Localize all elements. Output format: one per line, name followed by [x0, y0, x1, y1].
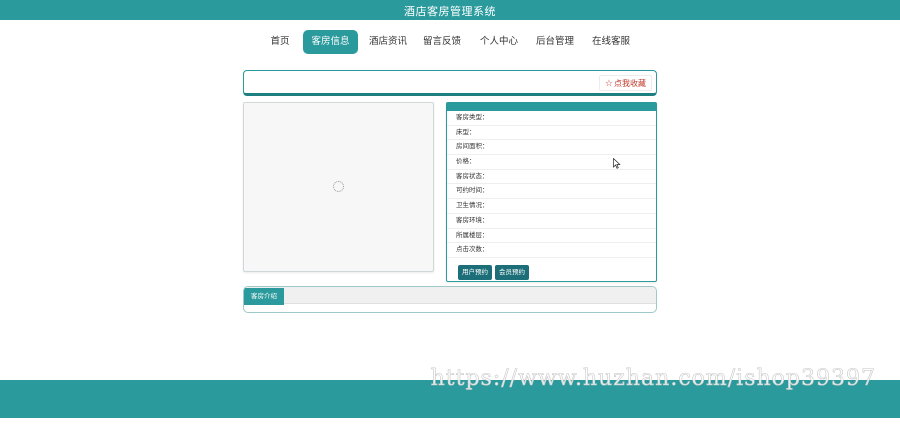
- room-intro-panel: 客房介绍: [243, 286, 657, 313]
- detail-hygiene: 卫生情况：: [447, 199, 656, 214]
- detail-price: 价格：: [447, 155, 656, 170]
- nav-room-info[interactable]: 客房信息: [303, 30, 358, 54]
- detail-available-time: 可约时间：: [447, 184, 656, 200]
- room-details-panel: 客房类型： 床型： 房间面积： 价格： 客房状态： 可约时间： 卫生情况： 客房…: [446, 102, 657, 282]
- member-booking-button[interactable]: 会员预约: [495, 265, 529, 280]
- user-booking-button[interactable]: 用户预约: [458, 265, 492, 280]
- nav-admin[interactable]: 后台管理: [533, 30, 577, 54]
- loading-spinner-icon: [333, 181, 344, 192]
- nav-home[interactable]: 首页: [265, 30, 295, 54]
- detail-room-area: 房间面积：: [447, 140, 656, 156]
- nav-feedback[interactable]: 留言反馈: [420, 30, 464, 54]
- details-header: [447, 103, 656, 111]
- detail-room-type: 客房类型：: [447, 111, 656, 126]
- main-nav: 首页 客房信息 酒店资讯 留言反馈 个人中心 后台管理 在线客服: [0, 30, 900, 54]
- detail-floor: 所属楼层：: [447, 229, 656, 244]
- nav-online-service[interactable]: 在线客服: [589, 30, 633, 54]
- nav-hotel-news[interactable]: 酒店资讯: [366, 30, 410, 54]
- booking-buttons: 用户预约 会员预约: [458, 263, 532, 280]
- watermark: https://www.huzhan.com/ishop39397: [430, 366, 876, 392]
- detail-click-count: 点击次数：: [447, 243, 656, 258]
- detail-room-status: 客房状态：: [447, 170, 656, 185]
- mouse-cursor-icon: [613, 158, 621, 169]
- nav-user-center[interactable]: 个人中心: [477, 30, 521, 54]
- room-image-panel: [243, 102, 434, 272]
- detail-bed-type: 床型：: [447, 126, 656, 141]
- intro-tabs: 客房介绍: [244, 287, 656, 305]
- top-bar: 酒店客房管理系统: [0, 0, 900, 20]
- favorite-label: 点我收藏: [614, 79, 646, 88]
- tab-room-intro[interactable]: 客房介绍: [244, 288, 284, 305]
- favorite-bar: ☆点我收藏: [243, 70, 657, 96]
- favorite-button[interactable]: ☆点我收藏: [598, 75, 652, 91]
- site-title: 酒店客房管理系统: [404, 6, 496, 18]
- detail-environment: 客房环境：: [447, 214, 656, 229]
- star-icon: ☆: [604, 78, 613, 88]
